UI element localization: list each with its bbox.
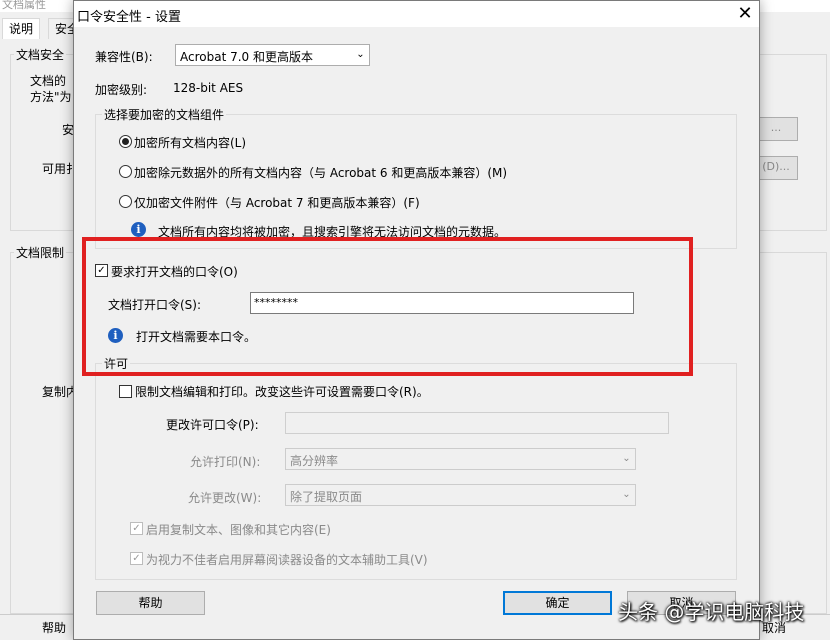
details-d-button[interactable]: (D)... (754, 156, 798, 180)
restrict-editing-label[interactable]: 限制文档编辑和打印。改变这些许可设置需要口令(R)。 (135, 383, 429, 400)
compatibility-select[interactable]: Acrobat 7.0 和更高版本 ⌄ (175, 44, 370, 66)
printing-allowed-label: 允许打印(N): (190, 455, 261, 469)
encryption-level-value: 128-bit AES (173, 81, 244, 95)
background-help-button[interactable]: 帮助 (42, 619, 66, 636)
changes-allowed-select[interactable]: 除了提取页面 ⌄ (285, 484, 636, 506)
radio-encrypt-all-label[interactable]: 加密所有文档内容(L) (134, 134, 246, 151)
printing-allowed-select[interactable]: 高分辨率 ⌄ (285, 448, 636, 470)
chevron-down-icon: ⌄ (622, 489, 631, 500)
radio-encrypt-except-metadata-label[interactable]: 加密除元数据外的所有文档内容（与 Acrobat 6 和更高版本兼容）(M) (134, 164, 507, 181)
screen-reader-checkbox[interactable]: ✓ (130, 552, 143, 565)
radio-encrypt-attachments[interactable] (119, 195, 132, 208)
compatibility-label: 兼容性(B): (95, 50, 153, 64)
change-permission-password-input[interactable] (285, 412, 669, 434)
dialog-titlebar: 口令安全性 - 设置 ✕ (74, 1, 759, 27)
document-restrictions-legend: 文档限制 (14, 244, 67, 261)
radio-encrypt-all[interactable] (119, 135, 132, 148)
components-legend: 选择要加密的文档组件 (102, 106, 227, 123)
change-permission-password-label: 更改许可口令(P): (166, 418, 259, 432)
radio-encrypt-except-metadata[interactable] (119, 165, 132, 178)
screen-reader-label[interactable]: 为视力不佳者启用屏幕阅读器设备的文本辅助工具(V) (146, 551, 428, 568)
help-button[interactable]: 帮助 (96, 591, 205, 615)
printing-allowed-value: 高分辨率 (290, 454, 339, 468)
chevron-down-icon: ⌄ (622, 453, 631, 464)
ok-button[interactable]: 确定 (503, 591, 612, 615)
radio-encrypt-attachments-label[interactable]: 仅加密文件附件（与 Acrobat 7 和更高版本兼容）(F) (134, 194, 420, 211)
tab-description[interactable]: 说明 (2, 18, 41, 39)
security-text-line2: 方法"为 (30, 90, 72, 104)
highlight-box (82, 237, 693, 376)
document-security-legend: 文档安全 (14, 46, 67, 63)
compatibility-value: Acrobat 7.0 和更高版本 (180, 50, 313, 64)
enable-copy-checkbox[interactable]: ✓ (130, 522, 143, 535)
changes-allowed-value: 除了提取页面 (290, 490, 363, 504)
enable-copy-label[interactable]: 启用复制文本、图像和其它内容(E) (146, 521, 331, 538)
restrict-editing-checkbox[interactable] (119, 385, 132, 398)
close-icon[interactable]: ✕ (734, 3, 756, 25)
changes-allowed-label: 允许更改(W): (188, 491, 262, 505)
watermark-text: 头条 @学识电脑科技 (618, 600, 805, 624)
security-text-line1: 文档的 (30, 74, 67, 88)
chevron-down-icon: ⌄ (356, 49, 365, 60)
dialog-title: 口令安全性 - 设置 (77, 10, 181, 25)
details-button[interactable]: ... (754, 117, 798, 141)
encryption-level-label: 加密级别: (95, 83, 148, 97)
info-icon: i (131, 222, 146, 237)
